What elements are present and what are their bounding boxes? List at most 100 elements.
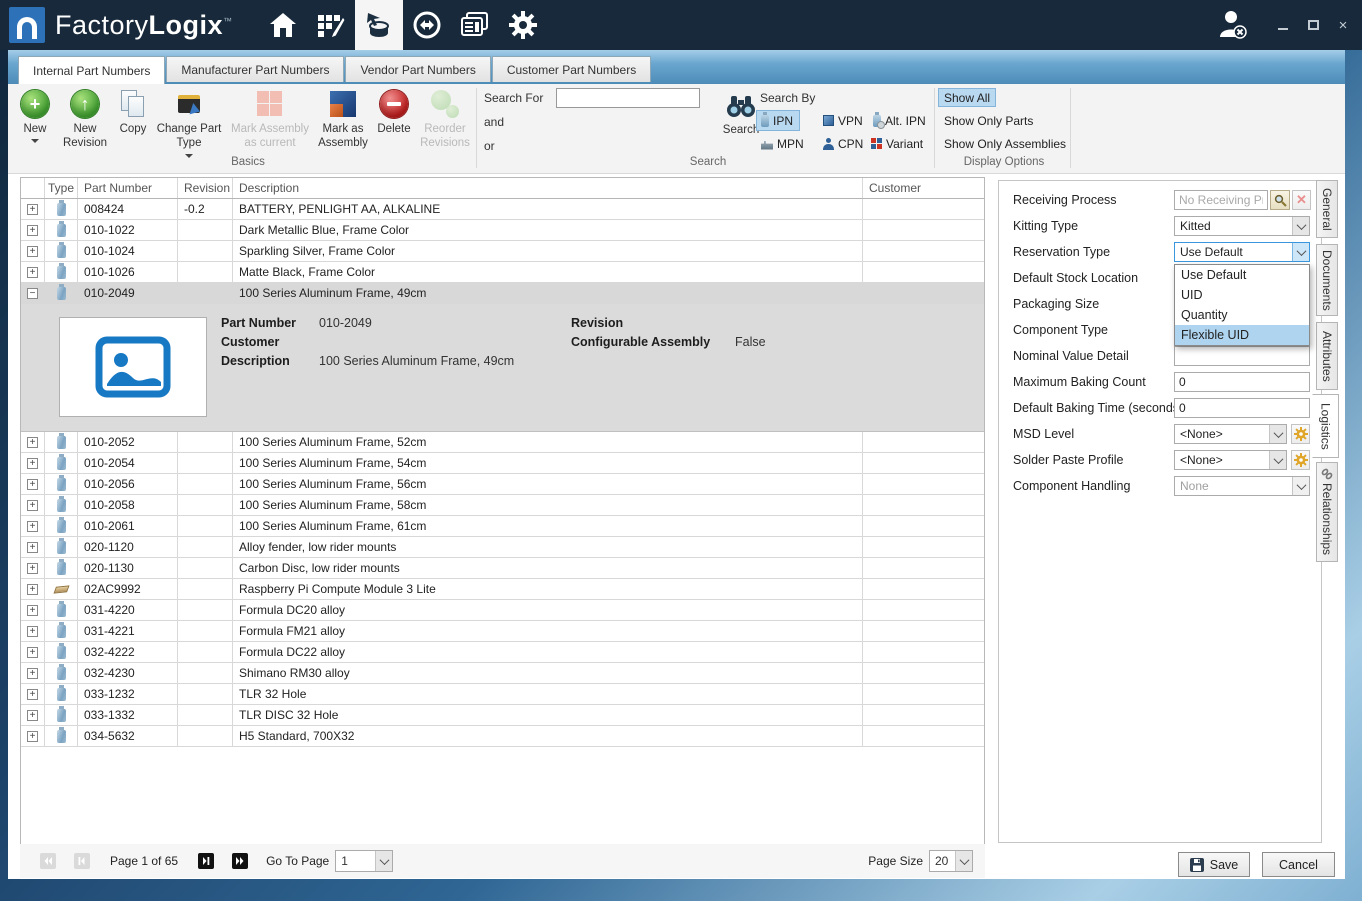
cancel-button[interactable]: Cancel [1262,852,1335,877]
maximum-baking-count-field[interactable] [1174,372,1310,392]
receiving-process-clear-button[interactable]: ✕ [1292,190,1311,210]
dropdown-option[interactable]: Flexible UID [1175,325,1309,345]
row-expander[interactable]: + [27,203,38,215]
table-row[interactable]: + 008424 -0.2 BATTERY, PENLIGHT AA, ALKA… [21,199,984,220]
receiving-process-field[interactable] [1174,190,1268,210]
side-tab-documents[interactable]: Documents [1316,244,1338,316]
tab-customer-part-numbers[interactable]: Customer Part Numbers [491,56,652,82]
tab-manufacturer-part-numbers[interactable]: Manufacturer Part Numbers [166,56,345,82]
row-expander[interactable]: + [27,541,38,553]
table-row[interactable]: + 031-4220 Formula DC20 alloy [21,600,984,621]
nominal-value-detail-field[interactable] [1174,346,1310,366]
mark-as-assembly-button[interactable]: Mark as Assembly [314,88,372,151]
minimize-button[interactable] [1272,14,1294,36]
change-part-type-button[interactable]: Change Part Type [154,88,224,158]
row-expander[interactable]: + [27,436,38,448]
search-input[interactable] [556,88,700,108]
col-part-number[interactable]: Part Number [78,178,178,198]
table-row[interactable]: + 010-2056 100 Series Aluminum Frame, 56… [21,474,984,495]
row-expander[interactable]: + [27,583,38,595]
side-tab-general[interactable]: General [1316,180,1338,238]
part-image-placeholder[interactable] [59,317,207,417]
new-button[interactable]: + New [16,88,54,144]
planning-icon[interactable] [307,0,355,50]
col-description[interactable]: Description [233,178,863,198]
show-all-option[interactable]: Show All [938,88,997,107]
dropdown-option[interactable]: UID [1175,285,1309,305]
table-row[interactable]: + 020-1120 Alloy fender, low rider mount… [21,537,984,558]
delete-button[interactable]: Delete [374,88,414,136]
msd-level-combo[interactable]: <None> [1174,424,1287,444]
col-type[interactable]: Type [45,178,78,198]
table-row[interactable]: + 010-1024 Sparkling Silver, Frame Color [21,241,984,262]
row-expander[interactable]: + [27,562,38,574]
dropdown-option[interactable]: Quantity [1175,305,1309,325]
reservation-type-combo[interactable]: Use Default [1174,242,1310,262]
col-revision[interactable]: Revision [178,178,233,198]
copy-button[interactable]: Copy [114,88,152,136]
table-row[interactable]: + 034-5632 H5 Standard, 700X32 [21,726,984,747]
table-row[interactable]: + 031-4221 Formula FM21 alloy [21,621,984,642]
table-row[interactable]: + 033-1332 TLR DISC 32 Hole [21,705,984,726]
filter-variant[interactable]: Variant [866,133,930,154]
table-row[interactable]: − 010-2049 100 Series Aluminum Frame, 49… [21,283,984,304]
table-row[interactable]: + 010-1026 Matte Black, Frame Color [21,262,984,283]
next-page-button[interactable] [198,853,215,869]
table-row[interactable]: + 020-1130 Carbon Disc, low rider mounts [21,558,984,579]
goto-page-combo[interactable]: 1 [335,850,394,872]
kitting-type-combo[interactable]: Kitted [1174,216,1310,236]
side-tab-relationships[interactable]: Relationships [1316,462,1338,562]
row-expander[interactable]: + [27,478,38,490]
row-expander[interactable]: + [27,667,38,679]
row-expander[interactable]: − [27,287,38,299]
filter-vpn[interactable]: VPN [818,110,870,131]
tab-vendor-part-numbers[interactable]: Vendor Part Numbers [345,56,491,82]
col-customer[interactable]: Customer [863,178,984,198]
receiving-process-search-button[interactable] [1270,190,1290,210]
table-row[interactable]: + 010-2058 100 Series Aluminum Frame, 58… [21,495,984,516]
table-row[interactable]: + 010-1022 Dark Metallic Blue, Frame Col… [21,220,984,241]
side-tab-attributes[interactable]: Attributes [1316,322,1338,390]
last-page-button[interactable] [232,853,249,869]
row-expander[interactable]: + [27,709,38,721]
table-row[interactable]: + 032-4230 Shimano RM30 alloy [21,663,984,684]
settings-icon[interactable] [499,0,547,50]
save-button[interactable]: Save [1178,852,1250,877]
show-only-assemblies-option[interactable]: Show Only Assemblies [938,134,1072,153]
row-expander[interactable]: + [27,604,38,616]
row-expander[interactable]: + [27,625,38,637]
row-expander[interactable]: + [27,730,38,742]
reports-icon[interactable] [451,0,499,50]
row-expander[interactable]: + [27,266,38,278]
filter-ipn[interactable]: IPN [756,110,801,131]
show-only-parts-option[interactable]: Show Only Parts [938,111,1039,130]
side-tab-logistics[interactable]: Logistics [1312,394,1339,458]
solder-paste-profile-combo[interactable]: <None> [1174,450,1287,470]
table-row[interactable]: + 02AC9992 Raspberry Pi Compute Module 3… [21,579,984,600]
user-status-icon[interactable] [1216,9,1250,42]
table-row[interactable]: + 032-4222 Formula DC22 alloy [21,642,984,663]
msd-level-settings-button[interactable] [1291,424,1310,444]
parts-library-icon[interactable] [354,0,403,50]
row-expander[interactable]: + [27,520,38,532]
maximize-button[interactable] [1302,14,1324,36]
row-expander[interactable]: + [27,457,38,469]
table-row[interactable]: + 010-2054 100 Series Aluminum Frame, 54… [21,453,984,474]
table-row[interactable]: + 010-2052 100 Series Aluminum Frame, 52… [21,432,984,453]
filter-alt-ipn[interactable]: Alt. IPN [868,110,933,131]
dropdown-option[interactable]: Use Default [1175,265,1309,285]
row-expander[interactable]: + [27,499,38,511]
home-icon[interactable] [259,0,307,50]
table-row[interactable]: + 010-2061 100 Series Aluminum Frame, 61… [21,516,984,537]
close-button[interactable]: × [1332,14,1354,36]
transfer-icon[interactable] [403,0,451,50]
new-revision-button[interactable]: ↑ New Revision [58,88,112,151]
table-row[interactable]: + 033-1232 TLR 32 Hole [21,684,984,705]
filter-mpn[interactable]: MPN [756,133,811,154]
row-expander[interactable]: + [27,245,38,257]
tab-internal-part-numbers[interactable]: Internal Part Numbers [18,56,166,84]
filter-cpn[interactable]: CPN [818,133,870,154]
row-expander[interactable]: + [27,224,38,236]
page-size-combo[interactable]: 20 [929,850,973,872]
default-baking-time-field[interactable] [1174,398,1310,418]
